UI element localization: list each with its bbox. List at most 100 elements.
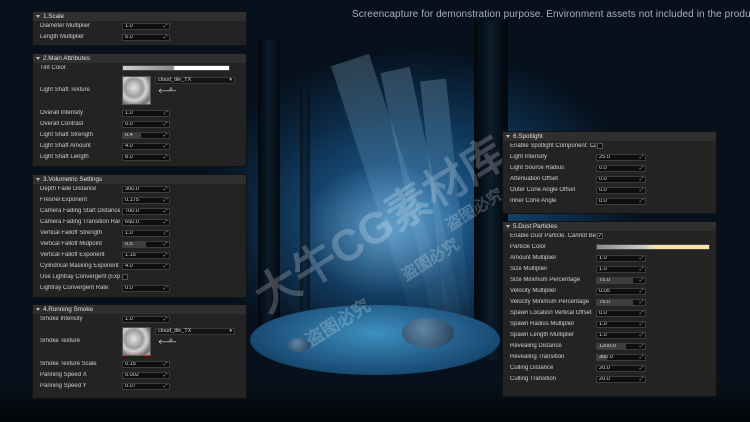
number-field[interactable]: 0.0 ⤢ xyxy=(596,176,646,183)
texture-dropdown[interactable]: cloud_tile_TX ▾ xyxy=(155,328,235,335)
number-field[interactable]: 0.0 ⤢ xyxy=(122,285,170,292)
property-label: Velocity Multiplier xyxy=(510,288,557,294)
dust-particles-title: 5.Dust Particles xyxy=(513,223,558,230)
number-field[interactable]: 1.15 ⤢ xyxy=(122,252,170,259)
checkbox-row: Use Lightray Convergent (Experim xyxy=(33,272,246,283)
number-field[interactable]: 650.0 ⤢ xyxy=(122,219,170,226)
number-field[interactable]: 0.07 ⤢ xyxy=(122,383,170,390)
number-field[interactable]: 0.05 ⤢ xyxy=(596,288,646,295)
property-label: Length Multiplier xyxy=(40,34,85,40)
number-field[interactable]: 5.0 ⤢ xyxy=(122,34,170,41)
reset-icon: ⤢ xyxy=(639,255,644,261)
reset-icon: ⤢ xyxy=(163,154,168,160)
running-smoke-header[interactable]: 4.Running Smoke xyxy=(33,305,246,314)
property-row: Amount Multiplier 1.0 ⤢ xyxy=(503,253,716,264)
number-field[interactable]: 1.0 ⤢ xyxy=(596,332,646,339)
number-field[interactable]: 20.0 ⤢ xyxy=(596,376,646,383)
property-label: Light Shaft Strength xyxy=(40,132,94,138)
collapse-arrow-icon[interactable] xyxy=(506,224,510,228)
number-field[interactable]: 4.0 ⤢ xyxy=(122,143,170,150)
number-field[interactable]: 1.0 ⤢ xyxy=(122,23,170,30)
lightray-convergent-checkbox[interactable] xyxy=(122,274,128,280)
number-field[interactable]: 0.0 ⤢ xyxy=(122,121,170,128)
search-icon[interactable]: ⌕ xyxy=(169,86,173,94)
reset-icon: ⤢ xyxy=(639,376,644,382)
number-field[interactable]: 0.175 ⤢ xyxy=(122,197,170,204)
particle-color-swatch[interactable] xyxy=(596,244,710,250)
texture-dropdown[interactable]: cloud_tile_TX ▾ xyxy=(155,77,235,84)
dust-particles-header[interactable]: 5.Dust Particles xyxy=(503,222,716,231)
property-row: Overall Intensity 1.0 ⤢ xyxy=(33,108,246,119)
scale-title: 1.Scale xyxy=(43,13,65,20)
collapse-arrow-icon[interactable] xyxy=(506,134,510,138)
number-field[interactable]: 0.15 ⤢ xyxy=(122,361,170,368)
property-label: Depth Fade Distance xyxy=(40,186,97,192)
reset-icon: ⤢ xyxy=(639,266,644,272)
dust-particles-panel: 5.Dust Particles Enable Dust Particle. C… xyxy=(502,221,717,397)
property-label: Lightray Convergent Rate xyxy=(40,285,109,291)
number-field[interactable]: 0.0 ⤢ xyxy=(596,198,646,205)
number-field[interactable]: 0.002 ⤢ xyxy=(122,372,170,379)
collapse-arrow-icon[interactable] xyxy=(36,307,40,311)
reset-icon: ⤢ xyxy=(163,230,168,236)
property-label: Light Intensity xyxy=(510,154,548,160)
property-label: Panning Speed X xyxy=(40,372,87,378)
collapse-arrow-icon[interactable] xyxy=(36,56,40,60)
property-row: Light Shaft Amount 4.0 ⤢ xyxy=(33,141,246,152)
number-field[interactable]: 1.0 ⤢ xyxy=(122,230,170,237)
tint-color-swatch[interactable] xyxy=(122,65,230,71)
property-row: Spawn Length Multiplier 1.0 ⤢ xyxy=(503,330,716,341)
number-field[interactable]: 1.0 ⤢ xyxy=(596,266,646,273)
number-field[interactable]: 700.0 ⤢ xyxy=(122,208,170,215)
property-label: Light Shaft Length xyxy=(40,154,89,160)
search-icon[interactable]: ⌕ xyxy=(169,337,173,345)
number-field[interactable]: 20.0 ⤢ xyxy=(596,365,646,372)
number-field[interactable]: 8.0 ⤢ xyxy=(122,154,170,161)
slider-field[interactable]: 0.4 ⤢ xyxy=(122,132,170,139)
property-row: Spawn Radius Multiplier 1.0 ⤢ xyxy=(503,319,716,330)
main-attributes-header[interactable]: 2.Main Attributes xyxy=(33,54,246,63)
number-field[interactable]: 0.0 ⤢ xyxy=(596,187,646,194)
number-field[interactable]: 1.0 ⤢ xyxy=(596,255,646,262)
reset-icon: ⤢ xyxy=(163,241,168,247)
number-field[interactable]: 0.0 ⤢ xyxy=(596,165,646,172)
scale-header[interactable]: 1.Scale xyxy=(33,12,246,21)
property-row: Culling Transition 20.0 ⤢ xyxy=(503,374,716,385)
enable-dust-label: Enable Dust Particle. Cannot Be xyxy=(510,233,596,239)
slider-field[interactable]: 0.5 ⤢ xyxy=(122,241,170,248)
enable-spotlight-checkbox[interactable] xyxy=(597,143,603,149)
number-field[interactable]: 1.0 ⤢ xyxy=(122,316,170,323)
property-label: Light Source Radius xyxy=(510,165,565,171)
enable-dust-checkbox[interactable]: ✓ xyxy=(597,233,603,239)
property-label: Panning Speed Y xyxy=(40,383,87,389)
property-label: Culling Distance xyxy=(510,365,554,371)
number-field[interactable]: 25.0 ⤢ xyxy=(596,154,646,161)
texture-thumbnail[interactable] xyxy=(122,327,151,356)
arrow-left-icon[interactable]: 🡐 xyxy=(158,86,177,95)
slider-field[interactable]: 75.0 ⤢ xyxy=(596,277,646,284)
number-field[interactable]: 0.0 ⤢ xyxy=(596,310,646,317)
collapse-arrow-icon[interactable] xyxy=(36,14,40,18)
slider-field[interactable]: 75.0 ⤢ xyxy=(596,299,646,306)
property-row: Vertical Falloff Exponent 1.15 ⤢ xyxy=(33,250,246,261)
property-label: Overall Contrast xyxy=(40,121,84,127)
spotlight-header[interactable]: 6.Spotlight xyxy=(503,132,716,141)
texture-thumbnail[interactable] xyxy=(122,76,151,105)
property-label: Attenuation Offset xyxy=(510,176,558,182)
number-field[interactable]: 300.0 ⤢ xyxy=(122,186,170,193)
reset-icon: ⤢ xyxy=(639,277,644,283)
property-label: Vertical Falloff Strength xyxy=(40,230,102,236)
number-field[interactable]: 4.0 ⤢ xyxy=(122,263,170,270)
arrow-left-icon[interactable]: 🡐 xyxy=(158,337,177,346)
property-label: Outer Cone Angle Offset xyxy=(510,187,576,193)
property-row: Velocity Multiplier 0.05 ⤢ xyxy=(503,286,716,297)
property-row: Panning Speed Y 0.07 ⤢ xyxy=(33,381,246,392)
slider-field[interactable]: 1200.0 ⤢ xyxy=(596,343,646,350)
number-field[interactable]: 1.0 ⤢ xyxy=(596,321,646,328)
slider-field[interactable]: 300.0 ⤢ xyxy=(596,354,646,361)
number-field[interactable]: 1.0 ⤢ xyxy=(122,110,170,117)
property-label: Size Multiplier xyxy=(510,266,548,272)
volumetric-settings-header[interactable]: 3.Volumetric Settings xyxy=(33,175,246,184)
chevron-down-icon: ▾ xyxy=(229,77,232,83)
collapse-arrow-icon[interactable] xyxy=(36,177,40,181)
